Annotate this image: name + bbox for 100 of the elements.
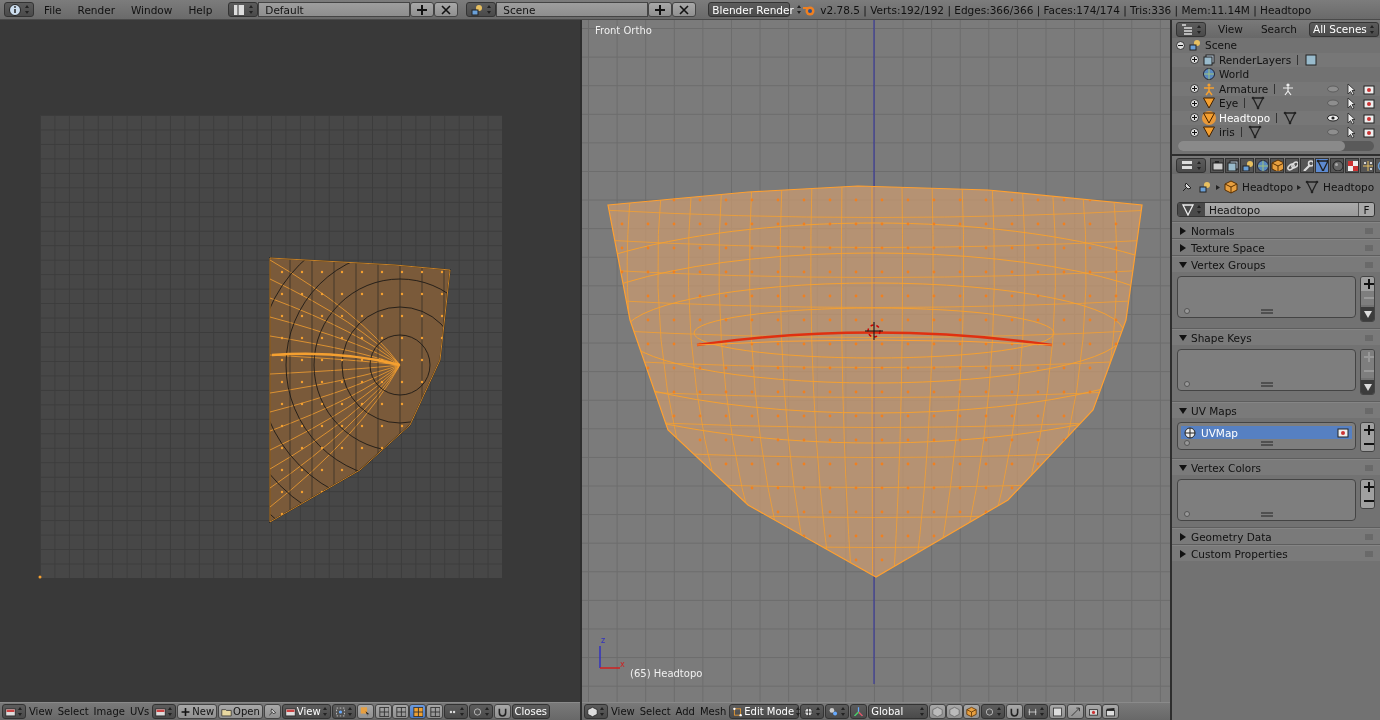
- menu-item[interactable]: View: [27, 706, 55, 717]
- vertex-select-button[interactable]: [929, 704, 947, 719]
- panel-header[interactable]: Normals: [1172, 222, 1380, 238]
- specials-menu-button[interactable]: [1361, 307, 1374, 321]
- select-mode-button[interactable]: [391, 704, 409, 719]
- properties-tab[interactable]: [1330, 157, 1344, 173]
- expand-toggle[interactable]: [1190, 84, 1199, 94]
- outliner-item[interactable]: Eye: [1219, 97, 1239, 110]
- outliner-item[interactable]: Scene: [1205, 39, 1237, 52]
- proportional-button[interactable]: [468, 704, 493, 719]
- menu-item[interactable]: View: [609, 706, 637, 717]
- snap-button[interactable]: [1006, 704, 1024, 719]
- properties-tab[interactable]: [1210, 157, 1224, 173]
- properties-tab[interactable]: [1315, 157, 1329, 173]
- menu-item[interactable]: Add: [673, 706, 697, 717]
- pivot-button[interactable]: [825, 704, 850, 719]
- snap-element-button[interactable]: [1024, 704, 1049, 719]
- expand-toggle[interactable]: [1190, 98, 1199, 108]
- editor-type-button[interactable]: [1176, 157, 1206, 173]
- edge-select-button[interactable]: [946, 704, 964, 719]
- list-item[interactable]: UVMap: [1181, 426, 1352, 439]
- delete-button[interactable]: [672, 2, 697, 17]
- outliner-item[interactable]: iris: [1219, 126, 1235, 139]
- add-button[interactable]: [1361, 480, 1374, 494]
- list-box[interactable]: UVMap: [1177, 422, 1356, 450]
- screen-layout-field[interactable]: Default: [258, 2, 411, 17]
- scene-button[interactable]: [466, 2, 497, 17]
- propagate-button[interactable]: [1067, 704, 1085, 719]
- render-animation-button[interactable]: [1102, 704, 1120, 719]
- panel-header[interactable]: Texture Space: [1172, 239, 1380, 255]
- open-image-button[interactable]: Open: [218, 704, 263, 719]
- select-mode-button[interactable]: [374, 704, 392, 719]
- proportional-button[interactable]: [981, 704, 1006, 719]
- menu-item[interactable]: Render: [71, 3, 121, 16]
- panel-header[interactable]: Shape Keys: [1172, 329, 1380, 345]
- image-browse-button[interactable]: [152, 704, 177, 719]
- sticky-selection-dropdown[interactable]: Closes: [511, 704, 550, 719]
- editor-type-button[interactable]: [4, 2, 34, 17]
- outliner-item[interactable]: World: [1219, 68, 1250, 81]
- specials-menu-button[interactable]: [1361, 380, 1374, 394]
- add-button[interactable]: [410, 2, 435, 17]
- menu-item[interactable]: Window: [124, 3, 179, 16]
- expand-toggle[interactable]: [1190, 113, 1199, 123]
- remove-button[interactable]: [1361, 494, 1374, 508]
- properties-tab[interactable]: [1240, 157, 1254, 173]
- mode-dropdown[interactable]: Edit Mode: [729, 704, 800, 719]
- properties-tab[interactable]: [1360, 157, 1374, 173]
- manipulator-button[interactable]: [850, 704, 868, 719]
- add-button[interactable]: [1361, 277, 1374, 291]
- menu-item[interactable]: Search: [1254, 23, 1303, 35]
- editor-type-button[interactable]: [2, 704, 26, 719]
- remove-button[interactable]: [1361, 437, 1374, 451]
- properties-tab[interactable]: [1270, 157, 1284, 173]
- shading-button[interactable]: [800, 704, 825, 719]
- menu-item[interactable]: Mesh: [697, 706, 729, 717]
- delete-button[interactable]: [434, 2, 459, 17]
- menu-item[interactable]: Select: [55, 706, 91, 717]
- menu-item[interactable]: File: [38, 3, 68, 16]
- panel-header[interactable]: Vertex Groups: [1172, 256, 1380, 272]
- face-select-button[interactable]: [963, 704, 981, 719]
- expand-toggle[interactable]: [1176, 40, 1185, 50]
- panel-header[interactable]: UV Maps: [1172, 402, 1380, 418]
- panel-header[interactable]: Vertex Colors: [1172, 459, 1380, 475]
- view-dropdown[interactable]: View: [281, 704, 331, 719]
- expand-toggle[interactable]: [1190, 127, 1199, 137]
- editor-type-button[interactable]: [1176, 21, 1206, 37]
- properties-tab[interactable]: [1300, 157, 1314, 173]
- menu-item[interactable]: Help: [182, 3, 219, 16]
- screen-layout-button[interactable]: [228, 2, 259, 17]
- menu-item[interactable]: Image: [91, 706, 127, 717]
- list-box[interactable]: [1177, 479, 1356, 521]
- display-mode-dropdown[interactable]: All Scenes: [1309, 21, 1379, 37]
- pin-button[interactable]: [263, 704, 281, 719]
- panel-header[interactable]: Geometry Data: [1172, 528, 1380, 544]
- snap-button[interactable]: [493, 704, 511, 719]
- orientation-dropdown[interactable]: Global: [868, 704, 929, 719]
- scrollbar[interactable]: [1178, 141, 1374, 151]
- menu-item[interactable]: Select: [637, 706, 673, 717]
- properties-tab[interactable]: [1255, 157, 1269, 173]
- sticky-mode-button[interactable]: [443, 704, 468, 719]
- new-image-button[interactable]: New: [177, 704, 218, 719]
- render-image-button[interactable]: [1085, 704, 1103, 719]
- pivot-button[interactable]: [331, 704, 356, 719]
- panel-header[interactable]: Custom Properties: [1172, 545, 1380, 561]
- scene-field[interactable]: Scene: [496, 2, 649, 17]
- menu-item[interactable]: UVs: [127, 706, 152, 717]
- select-mode-button[interactable]: [408, 704, 426, 719]
- properties-tab[interactable]: [1285, 157, 1299, 173]
- sync-selection-button[interactable]: [356, 704, 374, 719]
- properties-tab[interactable]: [1225, 157, 1239, 173]
- expand-toggle[interactable]: [1190, 55, 1199, 65]
- select-mode-button[interactable]: [425, 704, 443, 719]
- snap-target-button[interactable]: [1049, 704, 1067, 719]
- add-button[interactable]: [648, 2, 673, 17]
- list-box[interactable]: [1177, 349, 1356, 391]
- menu-item[interactable]: View: [1212, 23, 1249, 35]
- list-box[interactable]: [1177, 276, 1356, 318]
- editor-type-button[interactable]: [584, 704, 608, 719]
- add-button[interactable]: [1361, 423, 1374, 437]
- properties-tab[interactable]: [1345, 157, 1359, 173]
